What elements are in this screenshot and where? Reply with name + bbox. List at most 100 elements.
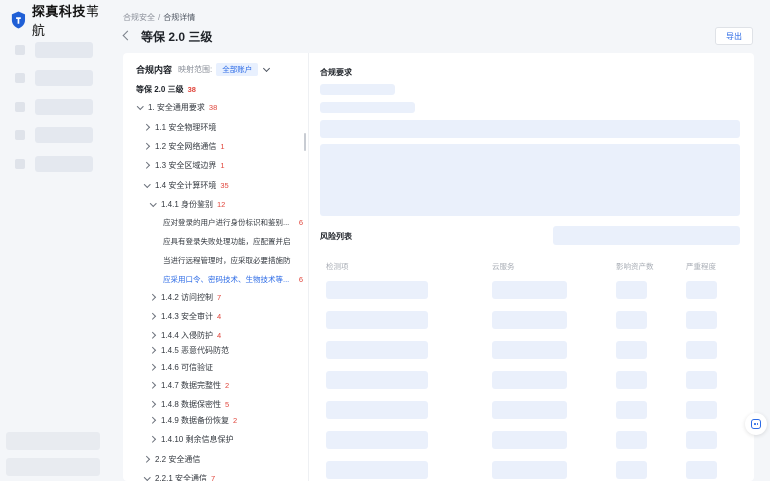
count-badge: 4 <box>217 311 222 321</box>
count-badge: 4 <box>217 330 222 340</box>
column-header: 云服务 <box>492 262 515 271</box>
sidebar-item[interactable] <box>6 97 100 117</box>
skeleton-line <box>320 102 415 113</box>
tree-root[interactable]: 等保 2.0 三级 38 <box>136 82 196 96</box>
table-cell-skeleton <box>616 431 647 449</box>
tree-leaf-label: 应对登录的用户进行身份标识和鉴别... <box>163 217 290 227</box>
risks-title: 风险列表 <box>320 232 352 241</box>
chevron-right-icon[interactable] <box>149 363 157 371</box>
chevron-right-icon[interactable] <box>149 346 157 354</box>
sidebar-footer-item[interactable] <box>6 432 100 450</box>
count-badge: 7 <box>217 292 222 302</box>
chevron-right-icon[interactable] <box>149 293 157 301</box>
table-cell-skeleton <box>616 371 647 389</box>
table-cell-skeleton <box>326 281 428 299</box>
tree-node[interactable]: 1.4.4 入侵防护 4 <box>149 328 221 342</box>
title-row: 等保 2.0 三级 <box>121 28 212 44</box>
tree-scrollbar[interactable] <box>304 133 306 151</box>
count-badge: 1 <box>220 141 225 151</box>
chevron-right-icon[interactable] <box>149 331 157 339</box>
assistant-button[interactable] <box>745 413 767 435</box>
tree-node[interactable]: 1.4.9 数据备份恢复 2 <box>149 413 237 427</box>
tree-leaf-label: 应采用口令、密码技术、生物技术等... <box>163 274 290 284</box>
tree-node[interactable]: 1.4.2 访问控制 7 <box>149 290 221 304</box>
chevron-right-icon[interactable] <box>149 381 157 389</box>
table-cell-skeleton <box>616 461 647 479</box>
tree-node[interactable]: 1.4.8 数据保密性 5 <box>149 397 229 411</box>
sidebar-item[interactable] <box>6 125 100 145</box>
table-cell-skeleton <box>616 341 647 359</box>
chevron-right-icon[interactable] <box>143 142 151 150</box>
table-cell-skeleton <box>492 371 567 389</box>
breadcrumb-root[interactable]: 合规安全 <box>123 13 155 22</box>
tree-leaf-selected[interactable]: 应采用口令、密码技术、生物技术等... 6 <box>163 272 303 286</box>
tree-node[interactable]: 1. 安全通用要求 38 <box>136 100 217 114</box>
column-header: 检测项 <box>326 262 349 271</box>
chevron-down-icon[interactable] <box>143 181 151 189</box>
export-button[interactable]: 导出 <box>715 27 753 45</box>
sidebar-item[interactable] <box>6 68 100 88</box>
tree-leaf[interactable]: 当进行远程管理时，应采取必要措施防... <box>163 253 303 267</box>
tree-node[interactable]: 1.4.5 恶意代码防范 <box>149 343 233 357</box>
tree-node[interactable]: 2.2 安全通信 <box>143 452 204 466</box>
tree-node-label: 1.4.9 数据备份恢复 <box>161 415 230 425</box>
tree-node[interactable]: 1.4 安全计算环境 35 <box>143 178 229 192</box>
chevron-down-icon[interactable] <box>143 474 151 481</box>
tree-header: 合规内容 映射范围: 全部账户 <box>136 63 271 76</box>
sidebar-footer-item[interactable] <box>6 458 100 476</box>
tree-node[interactable]: 1.4.1 身份鉴别 12 <box>149 197 225 211</box>
tree-node-label: 1.3 安全区域边界 <box>155 160 217 170</box>
risk-search-placeholder[interactable] <box>553 226 740 245</box>
tree-node[interactable]: 1.4.7 数据完整性 2 <box>149 378 229 392</box>
menu-icon <box>15 130 25 140</box>
count-badge: 6 <box>298 217 303 227</box>
column-header: 严重程度 <box>686 262 716 271</box>
brand-logo[interactable]: 探真科技苇航 <box>10 4 108 38</box>
breadcrumb: 合规安全 / 合规详情 <box>123 13 196 22</box>
chevron-right-icon[interactable] <box>143 455 151 463</box>
tree-node[interactable]: 1.3 安全区域边界 1 <box>143 158 225 172</box>
compliance-tree: 合规内容 映射范围: 全部账户 等保 2.0 三级 38 1. 安全通用要求 38 … <box>123 53 308 481</box>
count-badge: 12 <box>217 199 226 209</box>
table-cell-skeleton <box>492 461 567 479</box>
tree-node-label: 1.4.5 恶意代码防范 <box>161 345 230 355</box>
tree-node[interactable]: 1.4.3 安全审计 4 <box>149 309 221 323</box>
tree-node-label: 2.2 安全通信 <box>155 454 201 464</box>
tree-node-label: 1.4 安全计算环境 <box>155 180 217 190</box>
shield-logo-icon <box>11 11 26 29</box>
skeleton-block <box>320 144 740 216</box>
chevron-right-icon[interactable] <box>149 435 157 443</box>
count-badge: 38 <box>208 102 218 112</box>
scope-select[interactable]: 全部账户 <box>216 63 259 76</box>
menu-label-placeholder <box>35 42 93 58</box>
tree-leaf-label: 应具有登录失败处理功能，应配置并启... <box>163 236 291 246</box>
table-cell-skeleton <box>686 341 717 359</box>
tree-leaf[interactable]: 应对登录的用户进行身份标识和鉴别... 6 <box>163 215 303 229</box>
table-cell-skeleton <box>492 401 567 419</box>
tree-node[interactable]: 1.4.10 剩余信息保护 <box>149 432 237 446</box>
chevron-right-icon[interactable] <box>149 416 157 424</box>
tree-leaf[interactable]: 应具有登录失败处理功能，应配置并启... <box>163 234 303 248</box>
table-cell-skeleton <box>616 281 647 299</box>
page-title: 等保 2.0 三级 <box>141 29 213 44</box>
chevron-down-icon[interactable] <box>263 66 271 74</box>
chevron-right-icon[interactable] <box>149 312 157 320</box>
count-badge: 35 <box>220 180 229 190</box>
sidebar-item[interactable] <box>6 154 100 174</box>
skeleton-block <box>320 120 740 138</box>
tree-node[interactable]: 1.2 安全网络通信 1 <box>143 139 225 153</box>
chevron-down-icon[interactable] <box>149 200 157 208</box>
tree-node[interactable]: 1.4.6 可信验证 <box>149 360 217 374</box>
chevron-left-icon[interactable] <box>121 30 133 42</box>
chevron-right-icon[interactable] <box>143 161 151 169</box>
chevron-right-icon[interactable] <box>143 123 151 131</box>
tree-node[interactable]: 2.2.1 安全通信 7 <box>143 471 215 481</box>
chevron-right-icon[interactable] <box>149 400 157 408</box>
chevron-down-icon[interactable] <box>136 103 144 111</box>
content-card: 合规内容 映射范围: 全部账户 等保 2.0 三级 38 1. 安全通用要求 38 … <box>123 53 754 481</box>
sidebar-item[interactable] <box>6 40 100 60</box>
menu-label-placeholder <box>35 156 93 172</box>
tree-node[interactable]: 1.1 安全物理环境 <box>143 120 220 134</box>
tree-root-label: 等保 2.0 三级 <box>136 84 184 94</box>
tree-node-label: 1.4.10 剩余信息保护 <box>161 434 234 444</box>
